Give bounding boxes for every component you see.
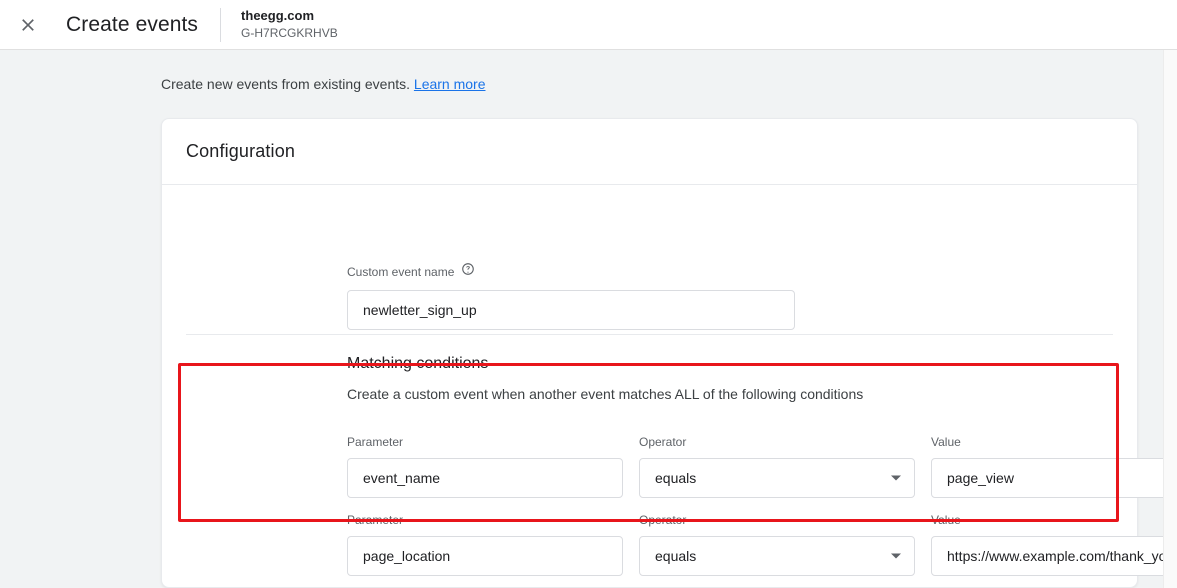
close-icon	[18, 15, 38, 35]
intro-label: Create new events from existing events.	[161, 76, 410, 92]
matching-conditions-subtitle: Create a custom event when another event…	[347, 386, 863, 402]
value-label: Value	[931, 435, 1177, 449]
parameter-label: Parameter	[347, 435, 623, 449]
condition-row: Parameter Operator equals Value	[347, 516, 1177, 576]
value-input[interactable]	[931, 458, 1177, 498]
custom-event-name-field: Custom event name	[347, 262, 795, 330]
chevron-down-icon	[891, 554, 901, 559]
app-bar: Create events theegg.com G-H7RCGKRHVB	[0, 0, 1177, 50]
card-header-divider	[162, 184, 1137, 185]
condition-parameter-group: Parameter	[347, 513, 623, 576]
page-title: Create events	[66, 13, 198, 37]
condition-value-group: Value	[931, 513, 1177, 576]
custom-event-name-label: Custom event name	[347, 265, 454, 279]
operator-label: Operator	[639, 435, 915, 449]
page-scrollbar[interactable]	[1163, 50, 1177, 588]
operator-value: equals	[655, 470, 696, 486]
property-selector[interactable]: theegg.com G-H7RCGKRHVB	[241, 8, 338, 40]
value-input[interactable]	[931, 536, 1177, 576]
appbar-divider	[220, 8, 221, 42]
operator-select[interactable]: equals	[639, 458, 915, 498]
intro-text: Create new events from existing events. …	[161, 76, 486, 92]
value-label: Value	[931, 513, 1177, 527]
matching-conditions-title: Matching conditions	[347, 355, 863, 373]
card-title: Configuration	[162, 119, 1137, 162]
condition-row: Parameter Operator equals Value	[347, 438, 1177, 498]
configuration-card: Configuration Custom event name Matching…	[161, 118, 1138, 588]
property-name: theegg.com	[241, 8, 338, 24]
custom-event-name-input[interactable]	[347, 290, 795, 330]
close-button[interactable]	[4, 1, 52, 49]
condition-operator-group: Operator equals	[639, 513, 915, 576]
page-body: Create new events from existing events. …	[0, 50, 1177, 588]
help-circle-icon[interactable]	[461, 262, 475, 281]
condition-parameter-group: Parameter	[347, 435, 623, 498]
condition-value-group: Value	[931, 435, 1177, 498]
learn-more-link[interactable]: Learn more	[414, 76, 486, 92]
operator-label: Operator	[639, 513, 915, 527]
property-id: G-H7RCGKRHVB	[241, 26, 338, 41]
operator-value: equals	[655, 548, 696, 564]
operator-select[interactable]: equals	[639, 536, 915, 576]
custom-event-name-label-row: Custom event name	[347, 262, 795, 281]
matching-conditions-header: Matching conditions Create a custom even…	[347, 355, 863, 402]
parameter-input[interactable]	[347, 536, 623, 576]
chevron-down-icon	[891, 476, 901, 481]
condition-operator-group: Operator equals	[639, 435, 915, 498]
parameter-label: Parameter	[347, 513, 623, 527]
section-divider	[186, 334, 1113, 335]
parameter-input[interactable]	[347, 458, 623, 498]
